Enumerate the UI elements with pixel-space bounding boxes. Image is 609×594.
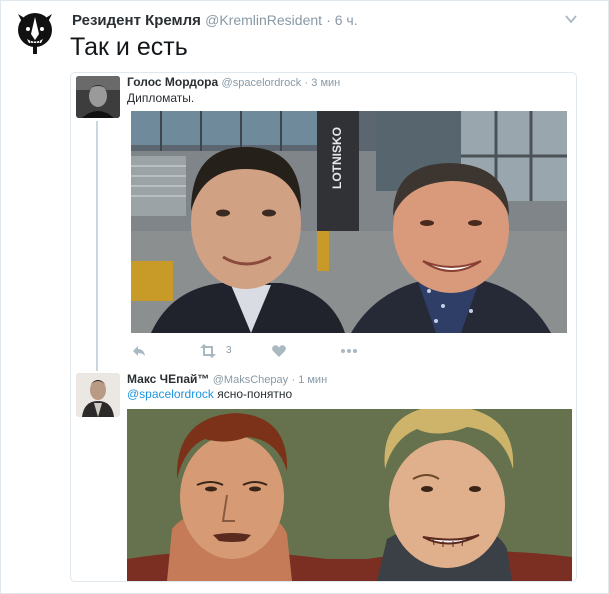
quoted-author-name[interactable]: Голос Мордора (127, 75, 218, 89)
reply-time[interactable]: · 1 мин (291, 374, 327, 386)
reply-text-body: ясно-понятно (217, 387, 293, 401)
thread-connector-line (96, 121, 98, 371)
retweet-icon (200, 344, 216, 358)
tweet-time[interactable]: · 6 ч. (326, 12, 357, 28)
heart-icon[interactable] (271, 343, 287, 359)
cartoon-image[interactable] (127, 409, 572, 581)
reply-mention-link[interactable]: @spacelordrock (127, 387, 214, 401)
author-name[interactable]: Резидент Кремля (72, 12, 201, 29)
author-line: Резидент Кремля @KremlinResident · 6 ч. (72, 12, 358, 29)
reply-author-avatar[interactable] (76, 373, 120, 417)
quoted-author-handle[interactable]: @spacelordrock (222, 77, 302, 89)
reply-text: @spacelordrock ясно-понятно (127, 387, 292, 401)
chevron-down-icon[interactable] (564, 12, 578, 26)
reply-author-handle[interactable]: @MaksChepay (213, 374, 288, 386)
quoted-tweet-text: Дипломаты. (127, 91, 195, 105)
tweet-text: Так и есть (70, 33, 188, 61)
author-avatar[interactable] (12, 10, 58, 56)
quoted-author-line: Голос Мордора @spacelordrock · 3 мин (127, 75, 340, 89)
reply-author-name[interactable]: Макс ЧЕпай™ (127, 372, 209, 386)
tweet-actions: 3 (129, 343, 429, 361)
badger-icon (18, 13, 52, 54)
retweet-count: 3 (226, 345, 232, 356)
retweet-button[interactable]: 3 (199, 343, 239, 359)
author-handle[interactable]: @KremlinResident (205, 12, 322, 28)
quoted-tweet-time[interactable]: · 3 мин (305, 77, 341, 89)
reply-author-line: Макс ЧЕпай™ @MaksChepay · 1 мин (127, 372, 327, 386)
quoted-tweet-card[interactable]: Голос Мордора @spacelordrock · 3 мин Дип… (70, 72, 577, 582)
more-icon[interactable] (339, 343, 359, 359)
reply-icon[interactable] (131, 343, 147, 359)
selfie-photo[interactable]: LOTNISKO (131, 111, 567, 333)
lotnisko-sign: LOTNISKO (330, 127, 344, 189)
quoted-author-avatar[interactable] (76, 76, 120, 118)
